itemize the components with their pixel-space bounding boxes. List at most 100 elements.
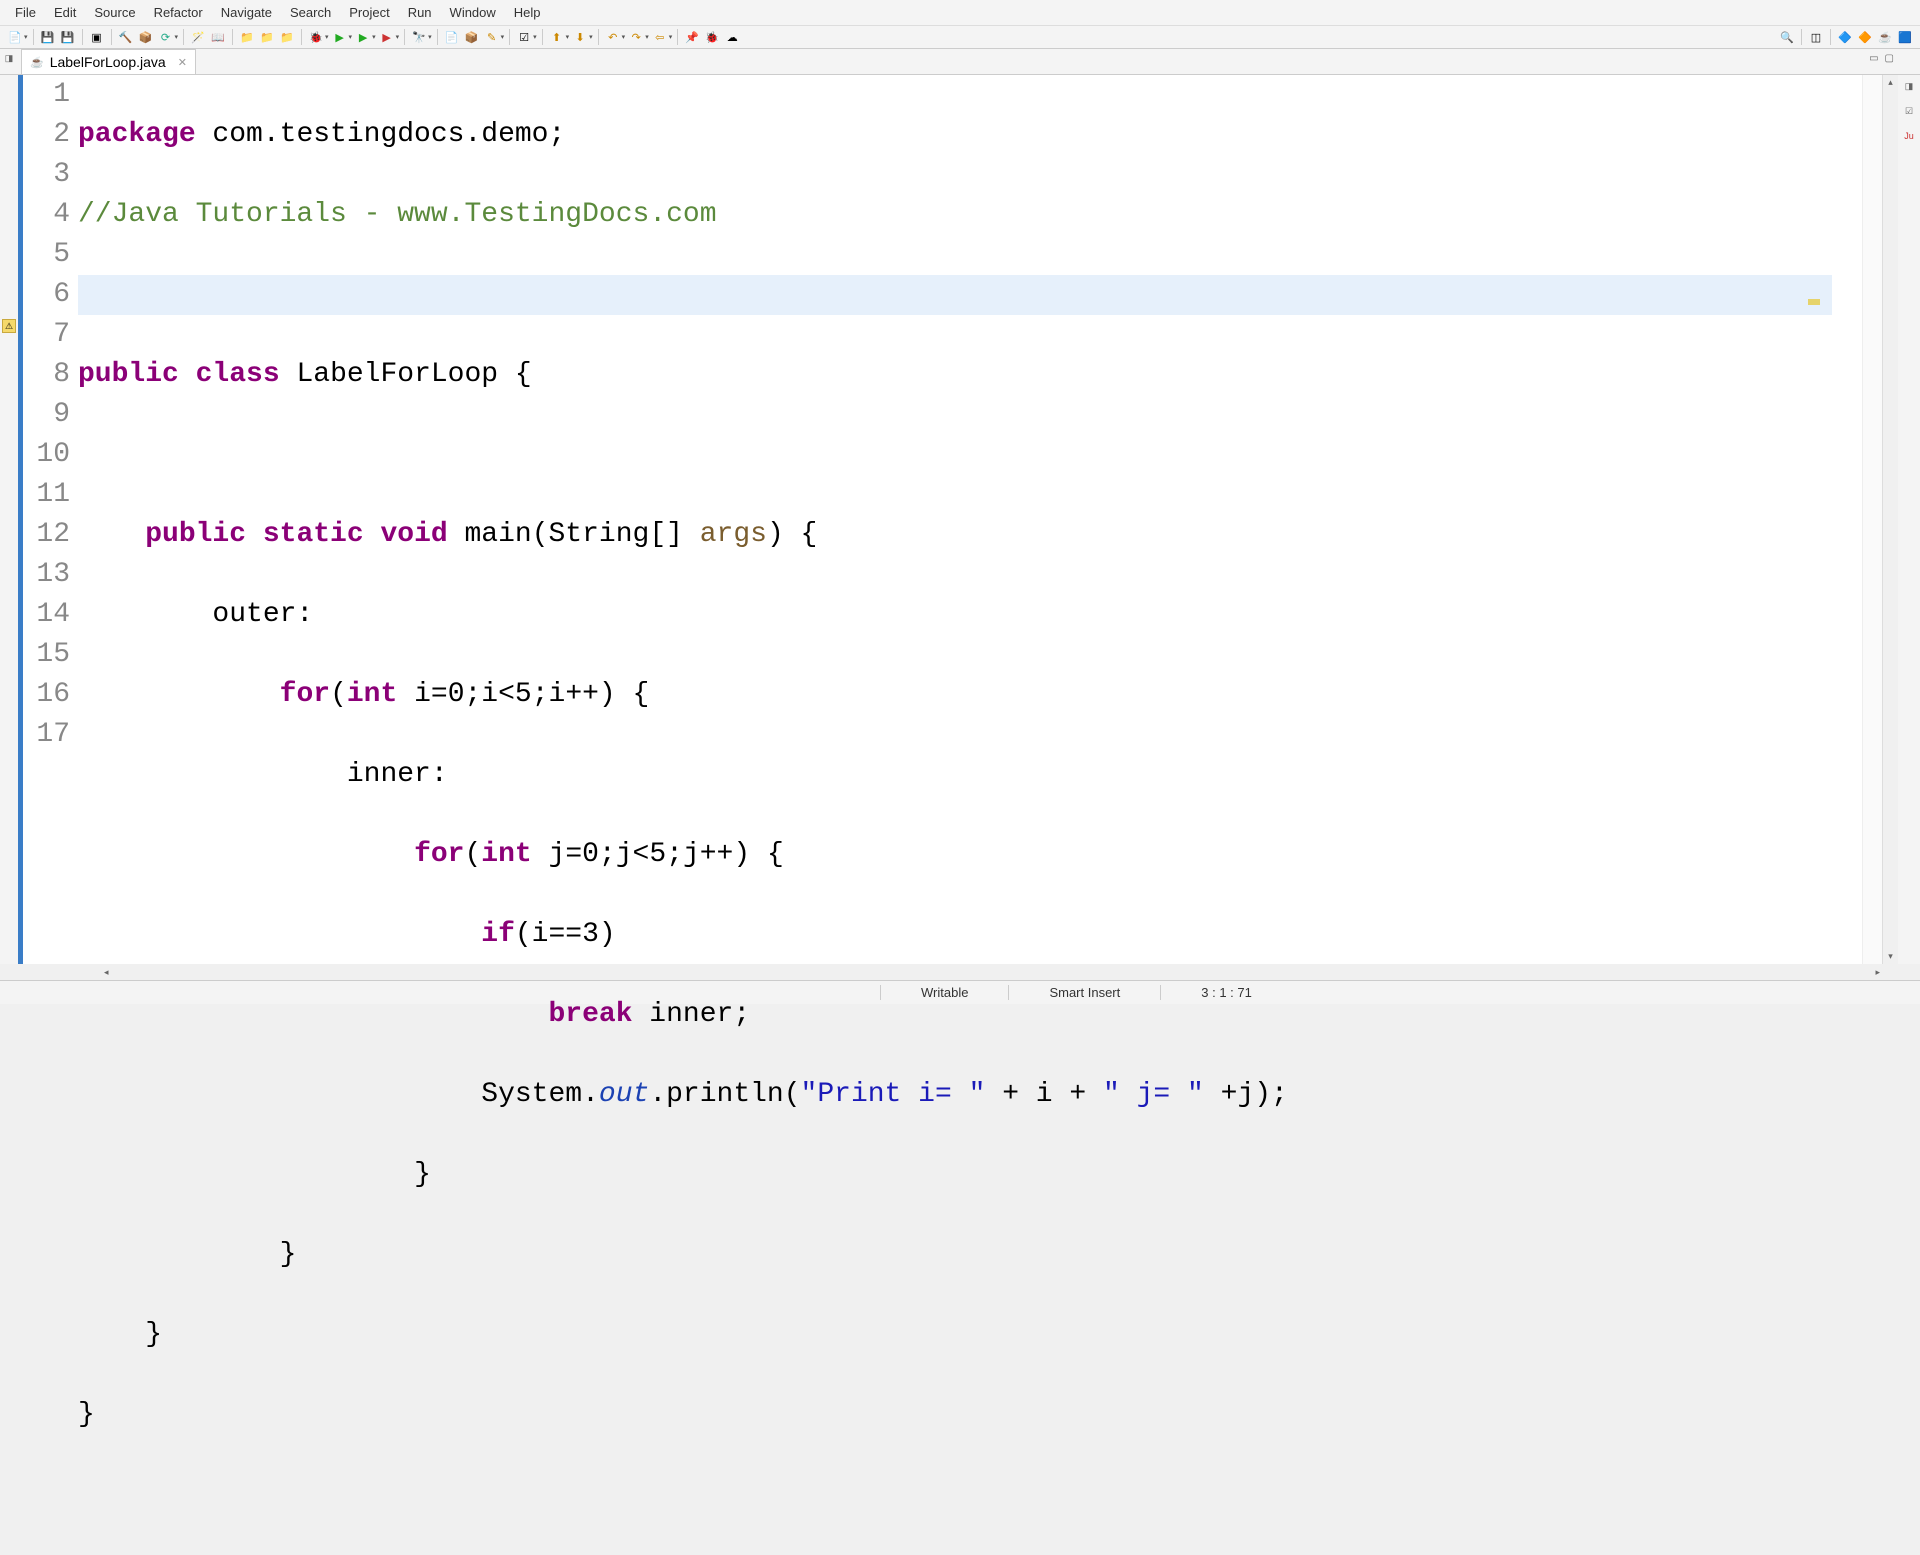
debug-icon[interactable]: 🐞 <box>307 28 325 46</box>
code-token: outer: <box>212 599 313 630</box>
line-number: 14 <box>23 595 70 635</box>
code-token: System. <box>481 1079 599 1110</box>
new-class-icon[interactable]: 📄 <box>443 28 461 46</box>
dropdown-icon[interactable]: ▾ <box>372 33 376 41</box>
search-icon[interactable]: 🔍 <box>1778 28 1796 46</box>
dropdown-icon[interactable]: ▾ <box>396 33 400 41</box>
scroll-up-icon[interactable]: ▴ <box>1886 75 1895 90</box>
code-token: out <box>599 1079 649 1110</box>
wand-icon[interactable]: 🪄 <box>189 28 207 46</box>
coverage-icon[interactable]: ▶ <box>354 28 372 46</box>
menu-search[interactable]: Search <box>281 3 340 22</box>
toolbar-separator <box>437 29 438 45</box>
vertical-scrollbar[interactable]: ▴ ▾ <box>1882 75 1898 964</box>
dropdown-icon[interactable]: ▾ <box>589 33 593 41</box>
java-perspective-icon[interactable]: ☕ <box>1876 28 1894 46</box>
code-token: main(String[] <box>448 519 700 550</box>
task-view-icon[interactable]: ☑ <box>1905 106 1913 117</box>
right-sidebar: ◨ ☑ Ju <box>1898 75 1920 964</box>
dropdown-icon[interactable]: ▾ <box>175 33 179 41</box>
close-tab-icon[interactable]: ✕ <box>178 56 187 69</box>
editor-tab-bar: ◨ ◨ ☕ LabelForLoop.java ✕ ▭ ▢ <box>0 49 1920 75</box>
line-number: 7 <box>23 315 70 355</box>
line-number: 6 <box>23 275 70 315</box>
folder3-icon[interactable]: 📁 <box>278 28 296 46</box>
menu-edit[interactable]: Edit <box>45 3 85 22</box>
package-icon[interactable]: 📦 <box>137 28 155 46</box>
dropdown-icon[interactable]: ▾ <box>428 33 432 41</box>
back-icon[interactable]: ↶ <box>604 28 622 46</box>
maximize-icon[interactable]: ▢ <box>1885 53 1894 64</box>
overview-warning-marker[interactable] <box>1808 299 1820 305</box>
task-icon[interactable]: ☑ <box>515 28 533 46</box>
restore-view-icon[interactable]: ◨ <box>1905 81 1914 92</box>
sidebar-restore-icon[interactable]: ◨ <box>5 53 14 64</box>
external-icon[interactable]: ▶ <box>378 28 396 46</box>
dropdown-icon[interactable]: ▾ <box>566 33 570 41</box>
p2-icon[interactable]: 🔶 <box>1856 28 1874 46</box>
editor-tab[interactable]: ☕ LabelForLoop.java ✕ <box>21 49 196 74</box>
folder-icon[interactable]: 📁 <box>238 28 256 46</box>
minimize-icon[interactable]: ▭ <box>1869 53 1878 64</box>
dropdown-icon[interactable]: ▾ <box>533 33 537 41</box>
nav-icon[interactable]: ⬆ <box>548 28 566 46</box>
code-token: com.testingdocs.demo; <box>196 119 566 150</box>
save-icon[interactable]: 💾 <box>39 28 57 46</box>
new-icon[interactable]: 📄 <box>6 28 24 46</box>
cloud-icon[interactable]: ☁ <box>723 28 741 46</box>
line-number: 9 <box>23 395 70 435</box>
menu-help[interactable]: Help <box>505 3 550 22</box>
code-editor[interactable]: package com.testingdocs.demo; //Java Tut… <box>78 75 1862 964</box>
code-token: package <box>78 119 196 150</box>
search2-icon[interactable]: 🔭 <box>410 28 428 46</box>
dropdown-icon[interactable]: ▾ <box>349 33 353 41</box>
forward-icon[interactable]: ↷ <box>627 28 645 46</box>
next-annot-icon[interactable]: ⬇ <box>571 28 589 46</box>
code-token: if <box>481 919 515 950</box>
code-token: public <box>145 519 246 550</box>
menu-refactor[interactable]: Refactor <box>145 3 212 22</box>
pen-icon[interactable]: ✎ <box>483 28 501 46</box>
bug-red-icon[interactable]: 🐞 <box>703 28 721 46</box>
menu-window[interactable]: Window <box>441 3 505 22</box>
build-icon[interactable]: 🔨 <box>117 28 135 46</box>
terminal-icon[interactable]: ▣ <box>88 28 106 46</box>
line-number: 11 <box>23 475 70 515</box>
code-token: int <box>481 839 531 870</box>
code-token: i=0;i<5;i++) { <box>397 679 649 710</box>
code-token: for <box>414 839 464 870</box>
last-edit-icon[interactable]: ⇦ <box>651 28 669 46</box>
warning-marker-icon[interactable]: ⚠ <box>2 319 16 333</box>
menu-navigate[interactable]: Navigate <box>212 3 281 22</box>
code-token: void <box>364 519 448 550</box>
menu-run[interactable]: Run <box>399 3 441 22</box>
dropdown-icon[interactable]: ▾ <box>622 33 626 41</box>
menu-project[interactable]: Project <box>340 3 398 22</box>
scroll-down-icon[interactable]: ▾ <box>1886 949 1895 964</box>
code-token: j=0;j<5;j++) { <box>532 839 784 870</box>
code-comment: //Java Tutorials - www.TestingDocs.com <box>78 199 717 230</box>
current-line <box>78 275 1832 315</box>
p1-icon[interactable]: 🔷 <box>1836 28 1854 46</box>
toolbar-separator <box>82 29 83 45</box>
dropdown-icon[interactable]: ▾ <box>669 33 673 41</box>
refresh-icon[interactable]: ⟳ <box>157 28 175 46</box>
book-icon[interactable]: 📖 <box>209 28 227 46</box>
line-number: 12 <box>23 515 70 555</box>
menu-file[interactable]: File <box>6 3 45 22</box>
toolbar-separator <box>232 29 233 45</box>
menu-source[interactable]: Source <box>85 3 144 22</box>
outline-view-icon[interactable]: Ju <box>1904 131 1914 141</box>
new-pkg-icon[interactable]: 📦 <box>463 28 481 46</box>
dropdown-icon[interactable]: ▾ <box>501 33 505 41</box>
dropdown-icon[interactable]: ▾ <box>325 33 329 41</box>
perspective-icon[interactable]: ◫ <box>1807 28 1825 46</box>
dropdown-icon[interactable]: ▾ <box>24 33 28 41</box>
pin-icon[interactable]: 📌 <box>683 28 701 46</box>
folder2-icon[interactable]: 📁 <box>258 28 276 46</box>
dropdown-icon[interactable]: ▾ <box>645 33 649 41</box>
p4-icon[interactable]: 🟦 <box>1896 28 1914 46</box>
save-all-icon[interactable]: 💾 <box>59 28 77 46</box>
scroll-right-icon[interactable]: ▸ <box>1875 967 1880 978</box>
run-icon[interactable]: ▶ <box>331 28 349 46</box>
